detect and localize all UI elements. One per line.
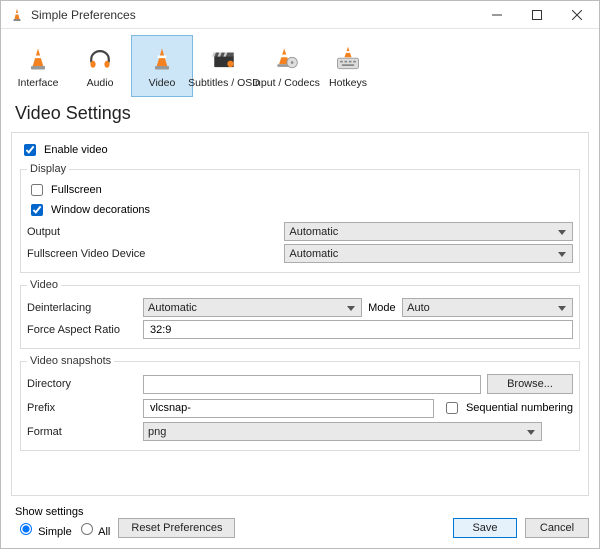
category-tabs: Interface Audio Video Subtitles / OSD In… xyxy=(1,29,599,99)
cancel-button[interactable]: Cancel xyxy=(525,518,589,538)
tab-input-codecs[interactable]: Input / Codecs xyxy=(255,35,317,97)
fullscreen-checkbox[interactable]: Fullscreen xyxy=(27,181,573,199)
output-label: Output xyxy=(27,226,147,238)
mode-select[interactable]: Auto xyxy=(402,298,573,317)
simple-radio[interactable]: Simple xyxy=(15,520,72,538)
tab-label: Audio xyxy=(87,77,114,89)
tab-label: Video xyxy=(149,77,176,89)
reset-preferences-button[interactable]: Reset Preferences xyxy=(118,518,235,538)
enable-video-checkbox[interactable]: Enable video xyxy=(20,141,580,159)
directory-input[interactable] xyxy=(143,375,481,394)
deinterlacing-select[interactable]: Automatic xyxy=(143,298,362,317)
headphones-icon xyxy=(85,44,115,74)
enable-video-label: Enable video xyxy=(44,144,108,156)
cone-disc-icon xyxy=(271,44,301,74)
page-title: Video Settings xyxy=(1,99,599,132)
tab-label: Hotkeys xyxy=(329,77,367,89)
prefix-input[interactable] xyxy=(143,399,434,418)
clapper-icon xyxy=(209,44,239,74)
seq-numbering-label: Sequential numbering xyxy=(466,402,573,414)
titlebar: Simple Preferences xyxy=(1,1,599,29)
keyboard-icon xyxy=(333,44,363,74)
seq-numbering-input[interactable] xyxy=(446,402,458,414)
enable-video-input[interactable] xyxy=(24,144,36,156)
window-title: Simple Preferences xyxy=(31,8,477,22)
mode-label: Mode xyxy=(368,302,396,314)
prefix-label: Prefix xyxy=(27,402,137,414)
settings-panel: Enable video Display Fullscreen Window d… xyxy=(11,132,589,496)
window-decorations-checkbox[interactable]: Window decorations xyxy=(27,201,573,219)
tab-label: Subtitles / OSD xyxy=(188,77,260,89)
tab-subtitles[interactable]: Subtitles / OSD xyxy=(193,35,255,97)
tab-audio[interactable]: Audio xyxy=(69,35,131,97)
maximize-button[interactable] xyxy=(517,2,557,28)
tab-label: Interface xyxy=(18,77,59,89)
cone-icon xyxy=(23,44,53,74)
fullscreen-input[interactable] xyxy=(31,184,43,196)
format-select[interactable]: png xyxy=(143,422,542,441)
fsdevice-select[interactable]: Automatic xyxy=(284,244,573,263)
tab-video[interactable]: Video xyxy=(131,35,193,97)
footer: Show settings Simple All Reset Preferenc… xyxy=(1,502,599,548)
browse-button[interactable]: Browse... xyxy=(487,374,573,394)
window-decorations-label: Window decorations xyxy=(51,204,150,216)
snapshots-legend: Video snapshots xyxy=(27,355,114,367)
snapshots-group: Video snapshots Directory Browse... Pref… xyxy=(20,355,580,451)
force-ar-input[interactable] xyxy=(143,320,573,339)
show-settings-label: Show settings xyxy=(15,506,110,518)
seq-numbering-checkbox[interactable]: Sequential numbering xyxy=(442,399,573,417)
force-ar-label: Force Aspect Ratio xyxy=(27,324,137,336)
cone-icon xyxy=(147,44,177,74)
minimize-button[interactable] xyxy=(477,2,517,28)
close-button[interactable] xyxy=(557,2,597,28)
tab-label: Input / Codecs xyxy=(252,77,320,89)
format-label: Format xyxy=(27,426,137,438)
window-decorations-input[interactable] xyxy=(31,204,43,216)
tab-interface[interactable]: Interface xyxy=(7,35,69,97)
output-select[interactable]: Automatic xyxy=(284,222,573,241)
save-button[interactable]: Save xyxy=(453,518,517,538)
video-legend: Video xyxy=(27,279,61,291)
fsdevice-label: Fullscreen Video Device xyxy=(27,248,147,260)
display-group: Display Fullscreen Window decorations Ou… xyxy=(20,163,580,273)
tab-hotkeys[interactable]: Hotkeys xyxy=(317,35,379,97)
app-icon xyxy=(9,7,25,23)
directory-label: Directory xyxy=(27,378,137,390)
video-group: Video Deinterlacing Automatic Mode Auto … xyxy=(20,279,580,349)
preferences-window: Simple Preferences Interface Audio Video… xyxy=(0,0,600,549)
display-legend: Display xyxy=(27,163,69,175)
fullscreen-label: Fullscreen xyxy=(51,184,102,196)
deinterlacing-label: Deinterlacing xyxy=(27,302,137,314)
all-radio[interactable]: All xyxy=(76,520,111,538)
show-settings: Show settings Simple All xyxy=(15,506,110,538)
